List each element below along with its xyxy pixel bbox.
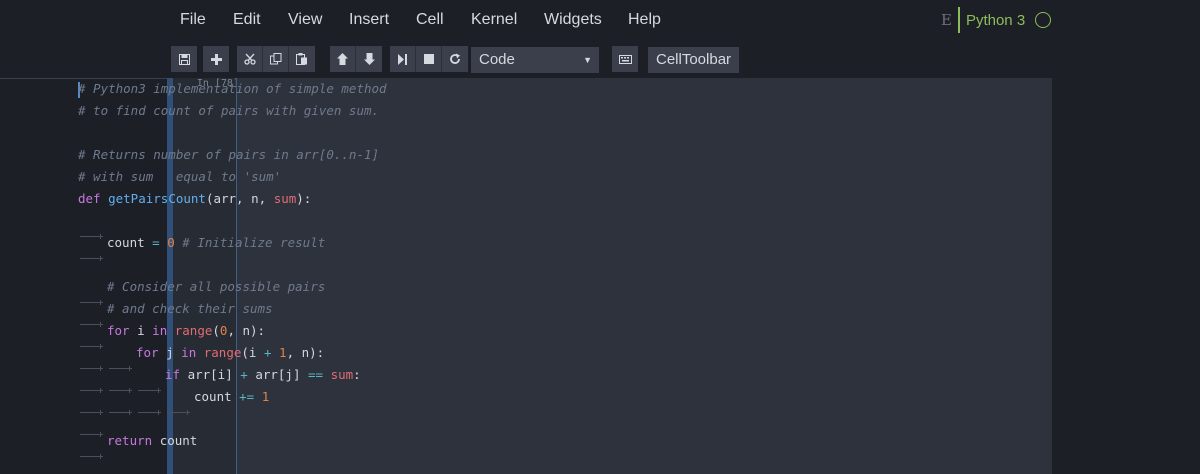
toolbar-group-keyboard <box>612 46 638 72</box>
toolbar <box>0 40 1200 79</box>
kernel-idle-icon <box>1035 12 1052 28</box>
code-line <box>78 408 387 437</box>
code-token: getPairsCount <box>108 191 206 206</box>
code-line: # Python3 implementation of simple metho… <box>78 78 387 100</box>
toolbar-group-save <box>171 46 197 72</box>
code-token: j <box>166 345 182 360</box>
code-token: # to find count of pairs with given sum. <box>78 103 380 118</box>
arrow-up-icon[interactable] <box>330 46 356 72</box>
code-token: = <box>152 235 168 250</box>
code-token: # Initialize result <box>174 235 326 250</box>
code-token: count <box>107 235 153 250</box>
code-line: if arr[i] + arr[j] == sum: <box>78 364 387 393</box>
code-token: in <box>181 345 204 360</box>
code-token: ( <box>212 323 220 338</box>
code-token: # Consider all possible pairs <box>107 279 326 294</box>
menu-help[interactable]: Help <box>628 10 661 30</box>
toolbar-group-move <box>330 46 382 72</box>
cell-type-select[interactable]: Code ▼ <box>471 47 599 73</box>
code-token: sum <box>330 367 354 382</box>
kernel-name[interactable]: Python 3 <box>966 12 1025 29</box>
right-margin <box>1052 78 1200 474</box>
code-token: == <box>308 367 331 382</box>
code-token: , n): <box>227 323 266 338</box>
restart-icon[interactable] <box>442 46 468 72</box>
kernel-divider <box>957 7 960 33</box>
code-token: sum <box>273 191 297 206</box>
menubar: File Edit View Insert Cell Kernel Widget… <box>0 0 1200 40</box>
keyboard-icon[interactable] <box>612 46 638 72</box>
code-token: range <box>203 345 242 360</box>
stop-icon[interactable] <box>416 46 442 72</box>
code-line: # with sum equal to 'sum' <box>78 166 387 188</box>
code-line: # Consider all possible pairs <box>78 276 387 305</box>
menu-insert[interactable]: Insert <box>349 10 389 30</box>
plus-icon[interactable] <box>203 46 229 72</box>
code-token: # Returns number of pairs in arr[0..n-1] <box>78 147 380 162</box>
copy-icon[interactable] <box>263 46 289 72</box>
code-token: in <box>152 323 175 338</box>
menu-edit[interactable]: Edit <box>233 10 261 30</box>
code-token: + <box>240 367 256 382</box>
code-editor[interactable]: # Python3 implementation of simple metho… <box>78 78 387 459</box>
chevron-down-icon: ▼ <box>583 55 592 65</box>
run-icon[interactable] <box>390 46 416 72</box>
code-token: for <box>136 345 167 360</box>
code-token: return <box>107 433 160 448</box>
code-token: if <box>165 367 188 382</box>
code-line: # Returns number of pairs in arr[0..n-1] <box>78 144 387 166</box>
code-token: range <box>174 323 213 338</box>
toolbar-group-insert <box>203 46 229 72</box>
code-line: def getPairsCount(arr, n, sum): <box>78 188 387 210</box>
code-token: + <box>263 345 280 360</box>
code-line: for j in range(i + 1, n): <box>78 342 387 371</box>
code-token: # with sum equal to 'sum' <box>78 169 282 184</box>
menu-file[interactable]: File <box>180 10 206 30</box>
cell-type-value: Code <box>479 51 515 68</box>
celltoolbar-button[interactable]: CellToolbar <box>648 47 740 73</box>
code-token: arr[i] <box>187 367 241 382</box>
menu-kernel[interactable]: Kernel <box>471 10 517 30</box>
code-line: # and check their sums <box>78 298 387 327</box>
code-token: 1 <box>279 345 287 360</box>
code-token: def <box>78 191 109 206</box>
save-icon[interactable] <box>171 46 197 72</box>
kernel-logo: E <box>941 11 952 29</box>
code-token: += <box>239 389 262 404</box>
toolbar-group-run <box>390 46 468 72</box>
code-token: (i <box>241 345 264 360</box>
code-token: arr[j] <box>255 367 309 382</box>
code-line: count += 1 <box>78 386 387 415</box>
code-line: # to find count of pairs with given sum. <box>78 100 387 122</box>
arrow-down-icon[interactable] <box>356 46 382 72</box>
code-line <box>78 210 387 239</box>
code-token: i <box>137 323 153 338</box>
code-token: (arr, n, <box>205 191 274 206</box>
code-line: count = 0 # Initialize result <box>78 232 387 261</box>
menu-cell[interactable]: Cell <box>416 10 444 30</box>
code-token: : <box>353 367 361 382</box>
code-line: return count <box>78 430 387 459</box>
kernel-indicator: E Python 3 <box>941 7 1052 33</box>
cut-icon[interactable] <box>237 46 263 72</box>
code-token: count <box>159 433 198 448</box>
code-token: , n): <box>286 345 325 360</box>
code-token: ): <box>296 191 312 206</box>
paste-icon[interactable] <box>289 46 315 72</box>
menu-widgets[interactable]: Widgets <box>544 10 602 30</box>
code-token: # Python3 implementation of simple metho… <box>78 81 387 96</box>
code-token: 0 <box>167 235 175 250</box>
menu-view[interactable]: View <box>288 10 322 30</box>
code-token: 1 <box>261 389 270 404</box>
code-line: for i in range(0, n): <box>78 320 387 349</box>
code-token: for <box>107 323 138 338</box>
code-token: count <box>194 389 240 404</box>
code-token: # and check their sums <box>107 301 273 316</box>
toolbar-group-edit <box>237 46 315 72</box>
